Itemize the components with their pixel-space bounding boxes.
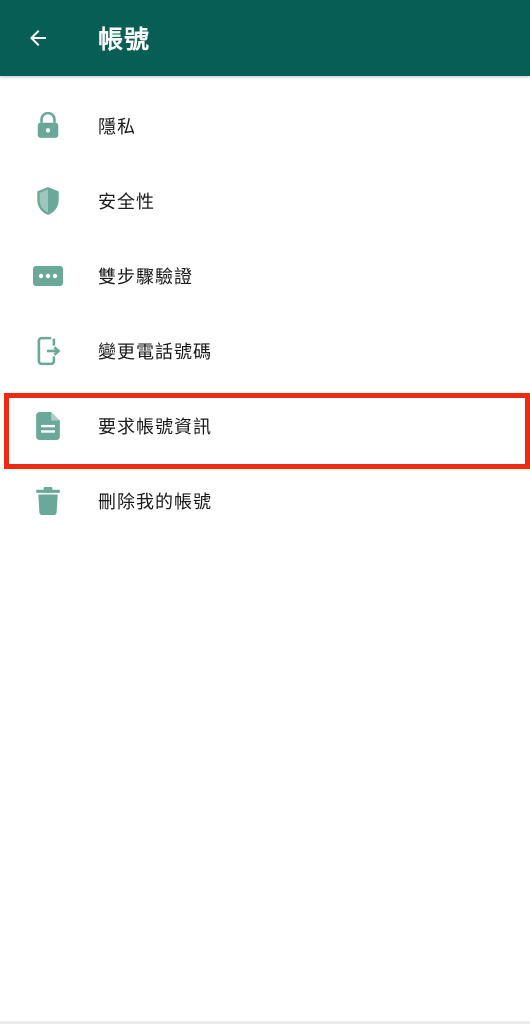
trash-icon bbox=[33, 486, 63, 516]
lock-icon bbox=[33, 111, 63, 141]
account-menu: 隱私 安全性 雙步驟驗證 變更電話號碼 要求帳號資訊 刪除我的帳號 bbox=[0, 88, 530, 538]
document-icon bbox=[33, 411, 63, 441]
page-title: 帳號 bbox=[98, 25, 151, 54]
menu-item-two-step-verification[interactable]: 雙步驟驗證 bbox=[0, 238, 530, 313]
menu-item-label: 刪除我的帳號 bbox=[98, 491, 212, 513]
shield-icon bbox=[33, 186, 63, 216]
menu-item-delete-account[interactable]: 刪除我的帳號 bbox=[0, 463, 530, 538]
phone-transfer-icon bbox=[33, 336, 63, 366]
menu-item-request-account-info[interactable]: 要求帳號資訊 bbox=[0, 388, 530, 463]
menu-item-label: 安全性 bbox=[98, 191, 155, 213]
back-button[interactable] bbox=[24, 24, 52, 52]
menu-item-label: 要求帳號資訊 bbox=[98, 416, 212, 438]
menu-item-privacy[interactable]: 隱私 bbox=[0, 88, 530, 163]
menu-item-label: 變更電話號碼 bbox=[98, 341, 212, 363]
menu-item-label: 隱私 bbox=[98, 116, 136, 138]
arrow-left-icon bbox=[30, 30, 46, 46]
menu-item-change-number[interactable]: 變更電話號碼 bbox=[0, 313, 530, 388]
menu-item-security[interactable]: 安全性 bbox=[0, 163, 530, 238]
app-bar: 帳號 bbox=[0, 0, 530, 76]
menu-item-label: 雙步驟驗證 bbox=[98, 266, 193, 288]
dots-icon bbox=[33, 261, 63, 291]
